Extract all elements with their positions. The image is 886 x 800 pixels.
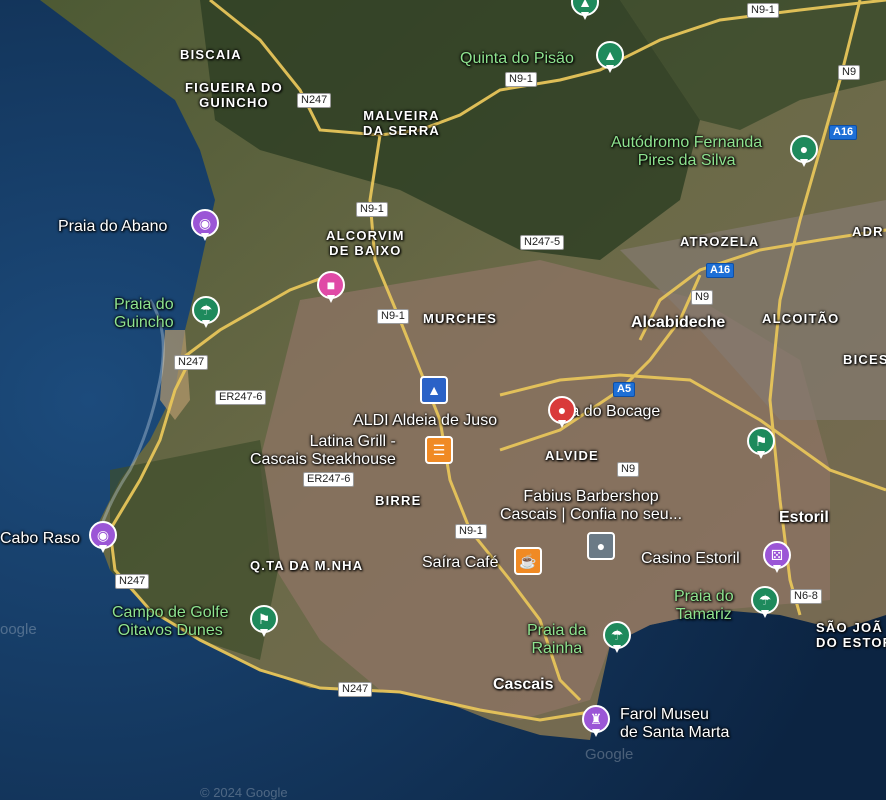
place-atrozela: ATROZELA [680, 234, 760, 249]
poi-pin-hotel[interactable]: ■ [317, 271, 345, 305]
poi-pin-rua-do-bocage[interactable]: ● [548, 396, 576, 430]
road-shield-er247-6: ER247-6 [303, 472, 355, 487]
place-alcabideche: Alcabideche [631, 314, 726, 331]
coffee-cup-icon[interactable]: ☕ [514, 547, 542, 575]
road-shield-n9-1: N9-1 [377, 309, 409, 324]
place-qta-da-mnha: Q.TA DA M.NHA [250, 558, 364, 573]
road-shield-n9: N9 [617, 462, 640, 477]
place-birre: BIRRE [375, 493, 422, 508]
poi-label-autodromo[interactable]: Autódromo Fernanda Pires da Silva [611, 134, 762, 170]
poi-label-saira-cafe[interactable]: Saíra Café [422, 554, 498, 572]
place-bices: BICES [843, 352, 886, 367]
place-murches: MURCHES [423, 311, 498, 326]
poi-pin-campo-de-golfe[interactable]: ⚑ [250, 605, 278, 639]
road-shield-n247: N247 [338, 682, 373, 697]
poi-pin-praia-do-abano[interactable]: ◉ [191, 209, 219, 243]
place-alcorvim-de-baixo: ALCORVIM DE BAIXO [326, 228, 405, 258]
poi-pin-praia-da-rainha[interactable]: ☂ [603, 621, 631, 655]
poi-label-campo-de-golfe[interactable]: Campo de Golfe Oitavos Dunes [112, 604, 229, 640]
road-shield-n9-1: N9-1 [505, 72, 537, 87]
road-shield-n247: N247 [115, 574, 150, 589]
road-shield-er247-6: ER247-6 [215, 390, 267, 405]
poi-label-latina-grill[interactable]: Latina Grill - Cascais Steakhouse [250, 433, 396, 469]
road-shield-n247: N247 [174, 355, 209, 370]
poi-pin-casino-estoril[interactable]: ⚄ [763, 541, 791, 575]
poi-label-casino-estoril[interactable]: Casino Estoril [641, 550, 740, 568]
shopping-icon[interactable]: ▲ [420, 376, 448, 404]
place-adr: ADR [852, 224, 884, 239]
place-figueira-do-guincho: FIGUEIRA DO GUINCHO [185, 80, 283, 110]
poi-pin-golf[interactable]: ⚑ [747, 427, 775, 461]
poi-pin-autodromo[interactable]: ● [790, 135, 818, 169]
poi-label-praia-do-guincho[interactable]: Praia do Guincho [114, 296, 174, 332]
fork-knife-icon[interactable]: ☰ [425, 436, 453, 464]
poi-label-fabius-barbershop[interactable]: Fabius Barbershop Cascais | Confia no se… [500, 488, 682, 524]
location-dot-icon[interactable]: ● [587, 532, 615, 560]
road-shield-n9-1: N9-1 [356, 202, 388, 217]
road-shield-a5: A5 [613, 382, 636, 397]
place-sao-joao-do-estoril: SÃO JOÃ DO ESTOR [816, 620, 886, 650]
poi-label-cabo-raso[interactable]: Cabo Raso [0, 530, 80, 548]
google-watermark-left: oogle [0, 621, 37, 638]
poi-label-farol-museu[interactable]: Farol Museu de Santa Marta [620, 706, 729, 742]
road-shield-a16: A16 [829, 125, 858, 140]
place-biscaia: BISCAIA [180, 47, 242, 62]
poi-pin-farol-museu[interactable]: ♜ [582, 705, 610, 739]
poi-label-praia-do-tamariz[interactable]: Praia do Tamariz [674, 588, 734, 624]
road-shield-n247: N247 [297, 93, 332, 108]
poi-label-praia-do-abano[interactable]: Praia do Abano [58, 218, 167, 236]
road-shield-n247-5: N247-5 [520, 235, 565, 250]
road-shield-a16: A16 [706, 263, 735, 278]
poi-label-praia-da-rainha[interactable]: Praia da Rainha [527, 622, 587, 658]
park-pin[interactable]: ▲ [571, 0, 599, 22]
poi-pin-praia-do-guincho[interactable]: ☂ [192, 296, 220, 330]
poi-label-quinta-do-pisao[interactable]: Quinta do Pisão [460, 50, 574, 68]
road-shield-n6-8: N6-8 [790, 589, 822, 604]
poi-pin-quinta-do-pisao[interactable]: ▲ [596, 41, 624, 75]
poi-pin-praia-do-tamariz[interactable]: ☂ [751, 586, 779, 620]
poi-label-aldi[interactable]: ALDI Aldeia de Juso [353, 412, 497, 430]
copyright-watermark: © 2024 Google [200, 785, 288, 800]
place-alcoitao: ALCOITÃO [762, 311, 840, 326]
road-shield-n9: N9 [838, 65, 861, 80]
road-shield-n9-1: N9-1 [747, 3, 779, 18]
road-shield-n9-1: N9-1 [455, 524, 487, 539]
google-watermark: Google [585, 746, 634, 763]
map-canvas[interactable]: BISCAIA FIGUEIRA DO GUINCHO MALVEIRA DA … [0, 0, 886, 800]
place-cascais: Cascais [493, 676, 554, 693]
poi-pin-cabo-raso[interactable]: ◉ [89, 521, 117, 555]
place-alvide: ALVIDE [545, 448, 599, 463]
place-estoril: Estoril [779, 509, 829, 526]
place-malveira-da-serra: MALVEIRA DA SERRA [363, 108, 441, 138]
road-shield-n9: N9 [691, 290, 714, 305]
